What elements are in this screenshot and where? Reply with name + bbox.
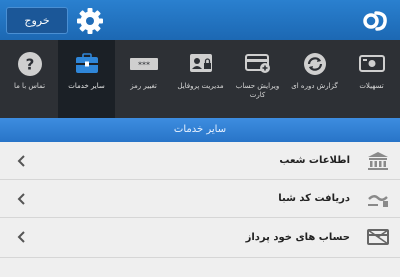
list-item-atm-accounts[interactable]: حساب های خود پرداز (0, 218, 400, 258)
question-icon: ? (17, 52, 42, 76)
menu-item-password[interactable]: *** تغییر رمز (115, 40, 172, 118)
chevron-left-icon (17, 155, 25, 167)
list-item-label: دریافت کد شبا (278, 193, 350, 204)
menu-item-label: تماس با ما (13, 82, 46, 90)
svg-text:?: ? (25, 56, 34, 74)
menu-item-label: ویرایش حساب کارت (235, 82, 280, 99)
menu-item-card-balance[interactable]: ویرایش حساب کارت (229, 40, 286, 118)
menu-item-label: تغییر رمز (130, 82, 157, 90)
list-item-label: حساب های خود پرداز (245, 232, 350, 243)
bank-logo-icon (363, 11, 387, 31)
profile-lock-icon (189, 54, 212, 72)
menu-item-contact[interactable]: ? تماس با ما (1, 40, 58, 118)
menu-item-other-services[interactable]: سایر خدمات (58, 40, 115, 118)
menu-item-label: گزارش دوره ای (291, 82, 338, 90)
menu-item-profile[interactable]: مدیریت پروفایل (172, 40, 229, 118)
gear-icon[interactable] (75, 6, 105, 36)
services-list: اطلاعات شعب دریافت کد شبا حساب های خود پ… (0, 142, 400, 258)
chevron-left-icon (17, 193, 25, 205)
sheba-icon (368, 195, 388, 207)
menu-item-label: تسهیلات (359, 82, 384, 90)
list-item-branch-info[interactable]: اطلاعات شعب (0, 142, 400, 180)
bank-building-icon (368, 152, 388, 170)
card-add-icon (244, 54, 270, 73)
top-bar: خروج (0, 0, 400, 40)
password-dots-icon: *** (129, 58, 158, 70)
list-item-label: اطلاعات شعب (279, 155, 350, 166)
cash-money-icon (358, 55, 385, 72)
menu-item-label: سایر خدمات (68, 82, 105, 90)
atm-card-icon (367, 229, 389, 245)
logout-button[interactable]: خروج (6, 7, 68, 34)
menu-item-periodic-report[interactable]: گزارش دوره ای (286, 40, 343, 118)
section-title: سایر خدمات (0, 118, 400, 142)
svg-text:***: *** (138, 61, 150, 70)
menu-item-facilities[interactable]: تسهیلات (343, 40, 400, 118)
refresh-icon (303, 53, 326, 75)
menu-item-label: مدیریت پروفایل (177, 82, 224, 90)
chevron-left-icon (17, 231, 25, 243)
toolbox-icon (75, 53, 98, 73)
list-item-sheba-code[interactable]: دریافت کد شبا (0, 180, 400, 218)
services-menu: تسهیلات گزارش دوره ای ویرایش حساب کارت م… (0, 40, 400, 118)
